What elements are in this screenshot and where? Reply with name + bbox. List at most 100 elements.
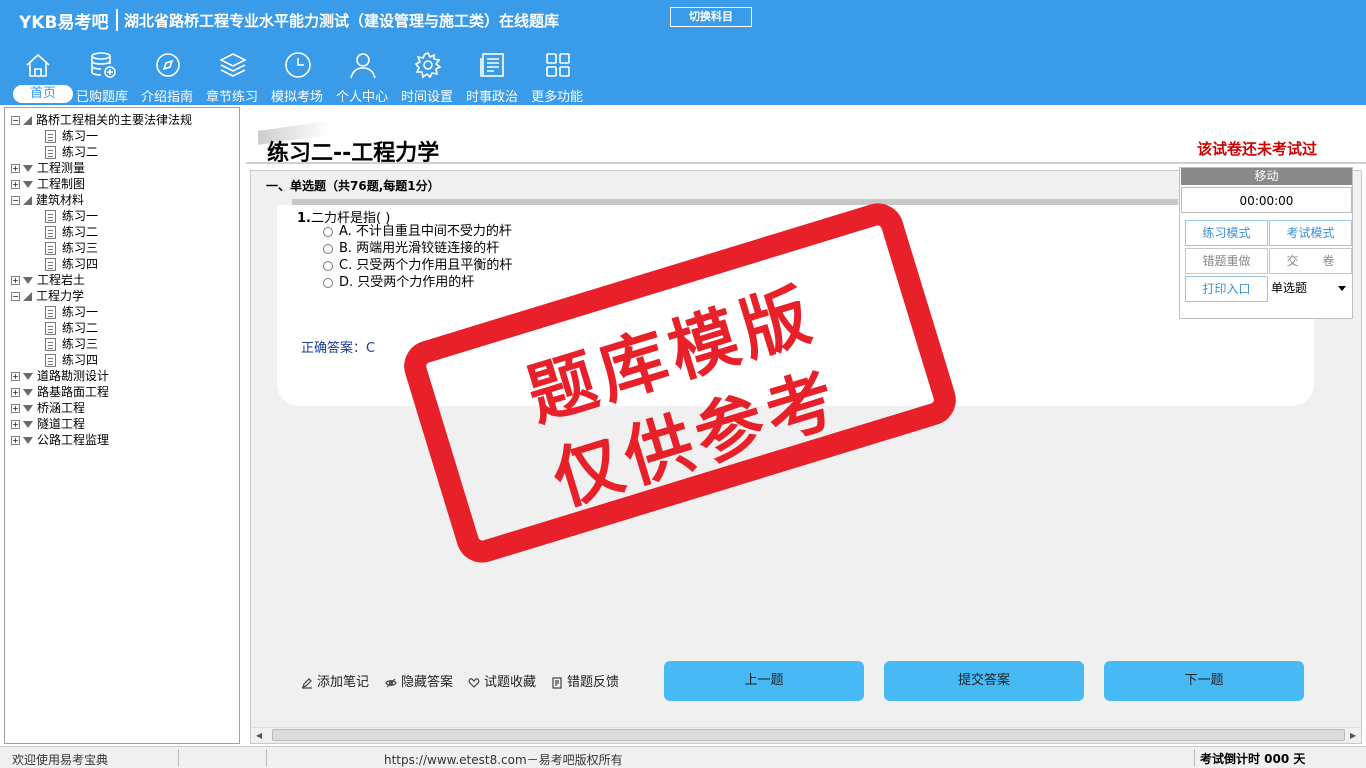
feedback-button[interactable]: 错题反馈 bbox=[551, 675, 619, 691]
tree-leaf-label: 练习一 bbox=[62, 209, 99, 223]
question-type-select[interactable]: 单选题 bbox=[1269, 275, 1352, 301]
option-b[interactable]: B. 两端用光滑铰链连接的杆 bbox=[323, 241, 499, 257]
document-icon bbox=[45, 210, 56, 223]
nav-profile[interactable]: 个人中心 bbox=[331, 46, 393, 105]
expand-toggle[interactable]: + bbox=[11, 404, 20, 413]
tree-node[interactable]: + 桥涵工程 bbox=[11, 400, 85, 416]
favorite-button[interactable]: 试题收藏 bbox=[468, 675, 536, 691]
nav-guide[interactable]: 介绍指南 bbox=[136, 46, 198, 105]
option-label: D. 只受两个力作用的杆 bbox=[339, 275, 475, 290]
radio-button[interactable] bbox=[323, 243, 333, 254]
collapse-toggle[interactable]: − bbox=[11, 196, 20, 205]
compass-icon bbox=[156, 53, 180, 77]
user-icon bbox=[350, 53, 376, 79]
tree-leaf[interactable]: 练习三 bbox=[45, 336, 98, 352]
option-d[interactable]: D. 只受两个力作用的杆 bbox=[323, 275, 474, 291]
tree-leaf[interactable]: 练习一 bbox=[45, 208, 98, 224]
redo-wrong-button[interactable]: 错题重做 bbox=[1185, 248, 1268, 274]
folder-open-icon bbox=[23, 196, 32, 205]
chapter-tree[interactable]: − 路桥工程相关的主要法律法规 练习一 练习二 + 工程测量 + 工程制图 − 建筑材料… bbox=[4, 107, 240, 744]
nav-chapter[interactable]: 章节练习 bbox=[201, 46, 263, 105]
tree-node[interactable]: + 道路勘测设计 bbox=[11, 368, 109, 384]
tree-node[interactable]: + 公路工程监理 bbox=[11, 432, 109, 448]
document-icon bbox=[45, 226, 56, 239]
tree-node[interactable]: − 路桥工程相关的主要法律法规 bbox=[11, 112, 192, 128]
radio-button[interactable] bbox=[323, 226, 333, 237]
tree-leaf[interactable]: 练习二 bbox=[45, 224, 98, 240]
question-number: 1. bbox=[297, 211, 311, 226]
add-note-button[interactable]: 添加笔记 bbox=[301, 675, 369, 691]
tree-leaf-label: 练习一 bbox=[62, 305, 99, 319]
nav-home[interactable]: 首页 bbox=[6, 46, 73, 104]
tree-leaf[interactable]: 练习四 bbox=[45, 352, 98, 368]
tree-leaf-label: 练习二 bbox=[62, 321, 99, 335]
expand-toggle[interactable]: + bbox=[11, 420, 20, 429]
submit-paper-button[interactable]: 交 卷 bbox=[1269, 248, 1352, 274]
header-divider bbox=[246, 162, 1366, 164]
tree-leaf[interactable]: 练习一 bbox=[45, 304, 98, 320]
option-c[interactable]: C. 只受两个力作用且平衡的杆 bbox=[323, 258, 512, 274]
next-question-button[interactable]: 下一题 bbox=[1104, 661, 1304, 701]
tree-node-label: 公路工程监理 bbox=[37, 433, 110, 447]
tree-node[interactable]: + 工程岩土 bbox=[11, 272, 85, 288]
tree-node[interactable]: + 路基路面工程 bbox=[11, 384, 109, 400]
nav-mock-exam[interactable]: 模拟考场 bbox=[266, 46, 328, 105]
folder-closed-icon bbox=[23, 405, 33, 412]
scroll-right-icon[interactable]: ▶ bbox=[1350, 731, 1356, 740]
tree-leaf[interactable]: 练习三 bbox=[45, 240, 98, 256]
nav-purchased[interactable]: 已购题库 bbox=[71, 46, 133, 105]
chevron-down-icon bbox=[1338, 286, 1346, 291]
widget-drag-handle[interactable]: 移动 bbox=[1181, 168, 1352, 185]
practice-mode-button[interactable]: 练习模式 bbox=[1185, 220, 1268, 246]
tree-leaf-selected[interactable]: 练习二 bbox=[45, 320, 98, 336]
nav-time-settings[interactable]: 时间设置 bbox=[396, 46, 458, 105]
print-button[interactable]: 打印入口 bbox=[1185, 276, 1268, 302]
expand-toggle[interactable]: + bbox=[11, 180, 20, 189]
scroll-left-icon[interactable]: ◀ bbox=[256, 731, 262, 740]
submit-answer-button[interactable]: 提交答案 bbox=[884, 661, 1084, 701]
tree-node[interactable]: − 工程力学 bbox=[11, 288, 84, 304]
nav-more[interactable]: 更多功能 bbox=[526, 46, 588, 105]
radio-button[interactable] bbox=[323, 277, 333, 288]
document-icon bbox=[45, 242, 56, 255]
radio-button[interactable] bbox=[323, 260, 333, 271]
exam-countdown: 考试倒计时 000 天 bbox=[1200, 752, 1306, 766]
tree-leaf-label: 练习一 bbox=[62, 129, 99, 143]
welcome-text: 欢迎使用易考宝典 bbox=[12, 753, 109, 767]
expand-toggle[interactable]: + bbox=[11, 164, 20, 173]
folder-open-icon bbox=[23, 292, 32, 301]
tree-node[interactable]: + 工程测量 bbox=[11, 160, 85, 176]
hide-answer-button[interactable]: 隐藏答案 bbox=[385, 675, 453, 691]
tree-leaf-label: 练习三 bbox=[62, 241, 99, 255]
folder-closed-icon bbox=[23, 277, 33, 284]
tree-leaf[interactable]: 练习四 bbox=[45, 256, 98, 272]
expand-toggle[interactable]: + bbox=[11, 372, 20, 381]
nav-mock-exam-label: 模拟考场 bbox=[270, 90, 323, 105]
switch-subject-button[interactable]: 切换科目 bbox=[670, 7, 752, 27]
tree-leaf[interactable]: 练习二 bbox=[45, 144, 98, 160]
favorite-label: 试题收藏 bbox=[484, 675, 537, 690]
tree-leaf[interactable]: 练习一 bbox=[45, 128, 98, 144]
nav-politics[interactable]: 时事政治 bbox=[461, 46, 523, 105]
folder-closed-icon bbox=[23, 181, 33, 188]
expand-toggle[interactable]: + bbox=[11, 276, 20, 285]
tree-node[interactable]: + 隧道工程 bbox=[11, 416, 85, 432]
status-divider bbox=[1194, 749, 1195, 767]
tree-node-label: 建筑材料 bbox=[36, 193, 85, 207]
tree-node[interactable]: + 工程制图 bbox=[11, 176, 85, 192]
tree-node-label: 道路勘测设计 bbox=[37, 369, 110, 383]
folder-closed-icon bbox=[23, 437, 33, 444]
scrollbar-thumb[interactable] bbox=[272, 729, 1345, 741]
nav-chapter-label: 章节练习 bbox=[205, 90, 258, 105]
tree-node-label: 工程制图 bbox=[37, 177, 86, 191]
tree-node[interactable]: − 建筑材料 bbox=[11, 192, 84, 208]
exam-timer: 00:00:00 bbox=[1181, 187, 1352, 213]
exam-mode-button[interactable]: 考试模式 bbox=[1269, 220, 1352, 246]
prev-question-button[interactable]: 上一题 bbox=[664, 661, 864, 701]
collapse-toggle[interactable]: − bbox=[11, 116, 20, 125]
expand-toggle[interactable]: + bbox=[11, 388, 20, 397]
option-a[interactable]: A. 不计自重且中间不受力的杆 bbox=[323, 224, 512, 240]
document-icon bbox=[45, 130, 56, 143]
expand-toggle[interactable]: + bbox=[11, 436, 20, 445]
collapse-toggle[interactable]: − bbox=[11, 292, 20, 301]
